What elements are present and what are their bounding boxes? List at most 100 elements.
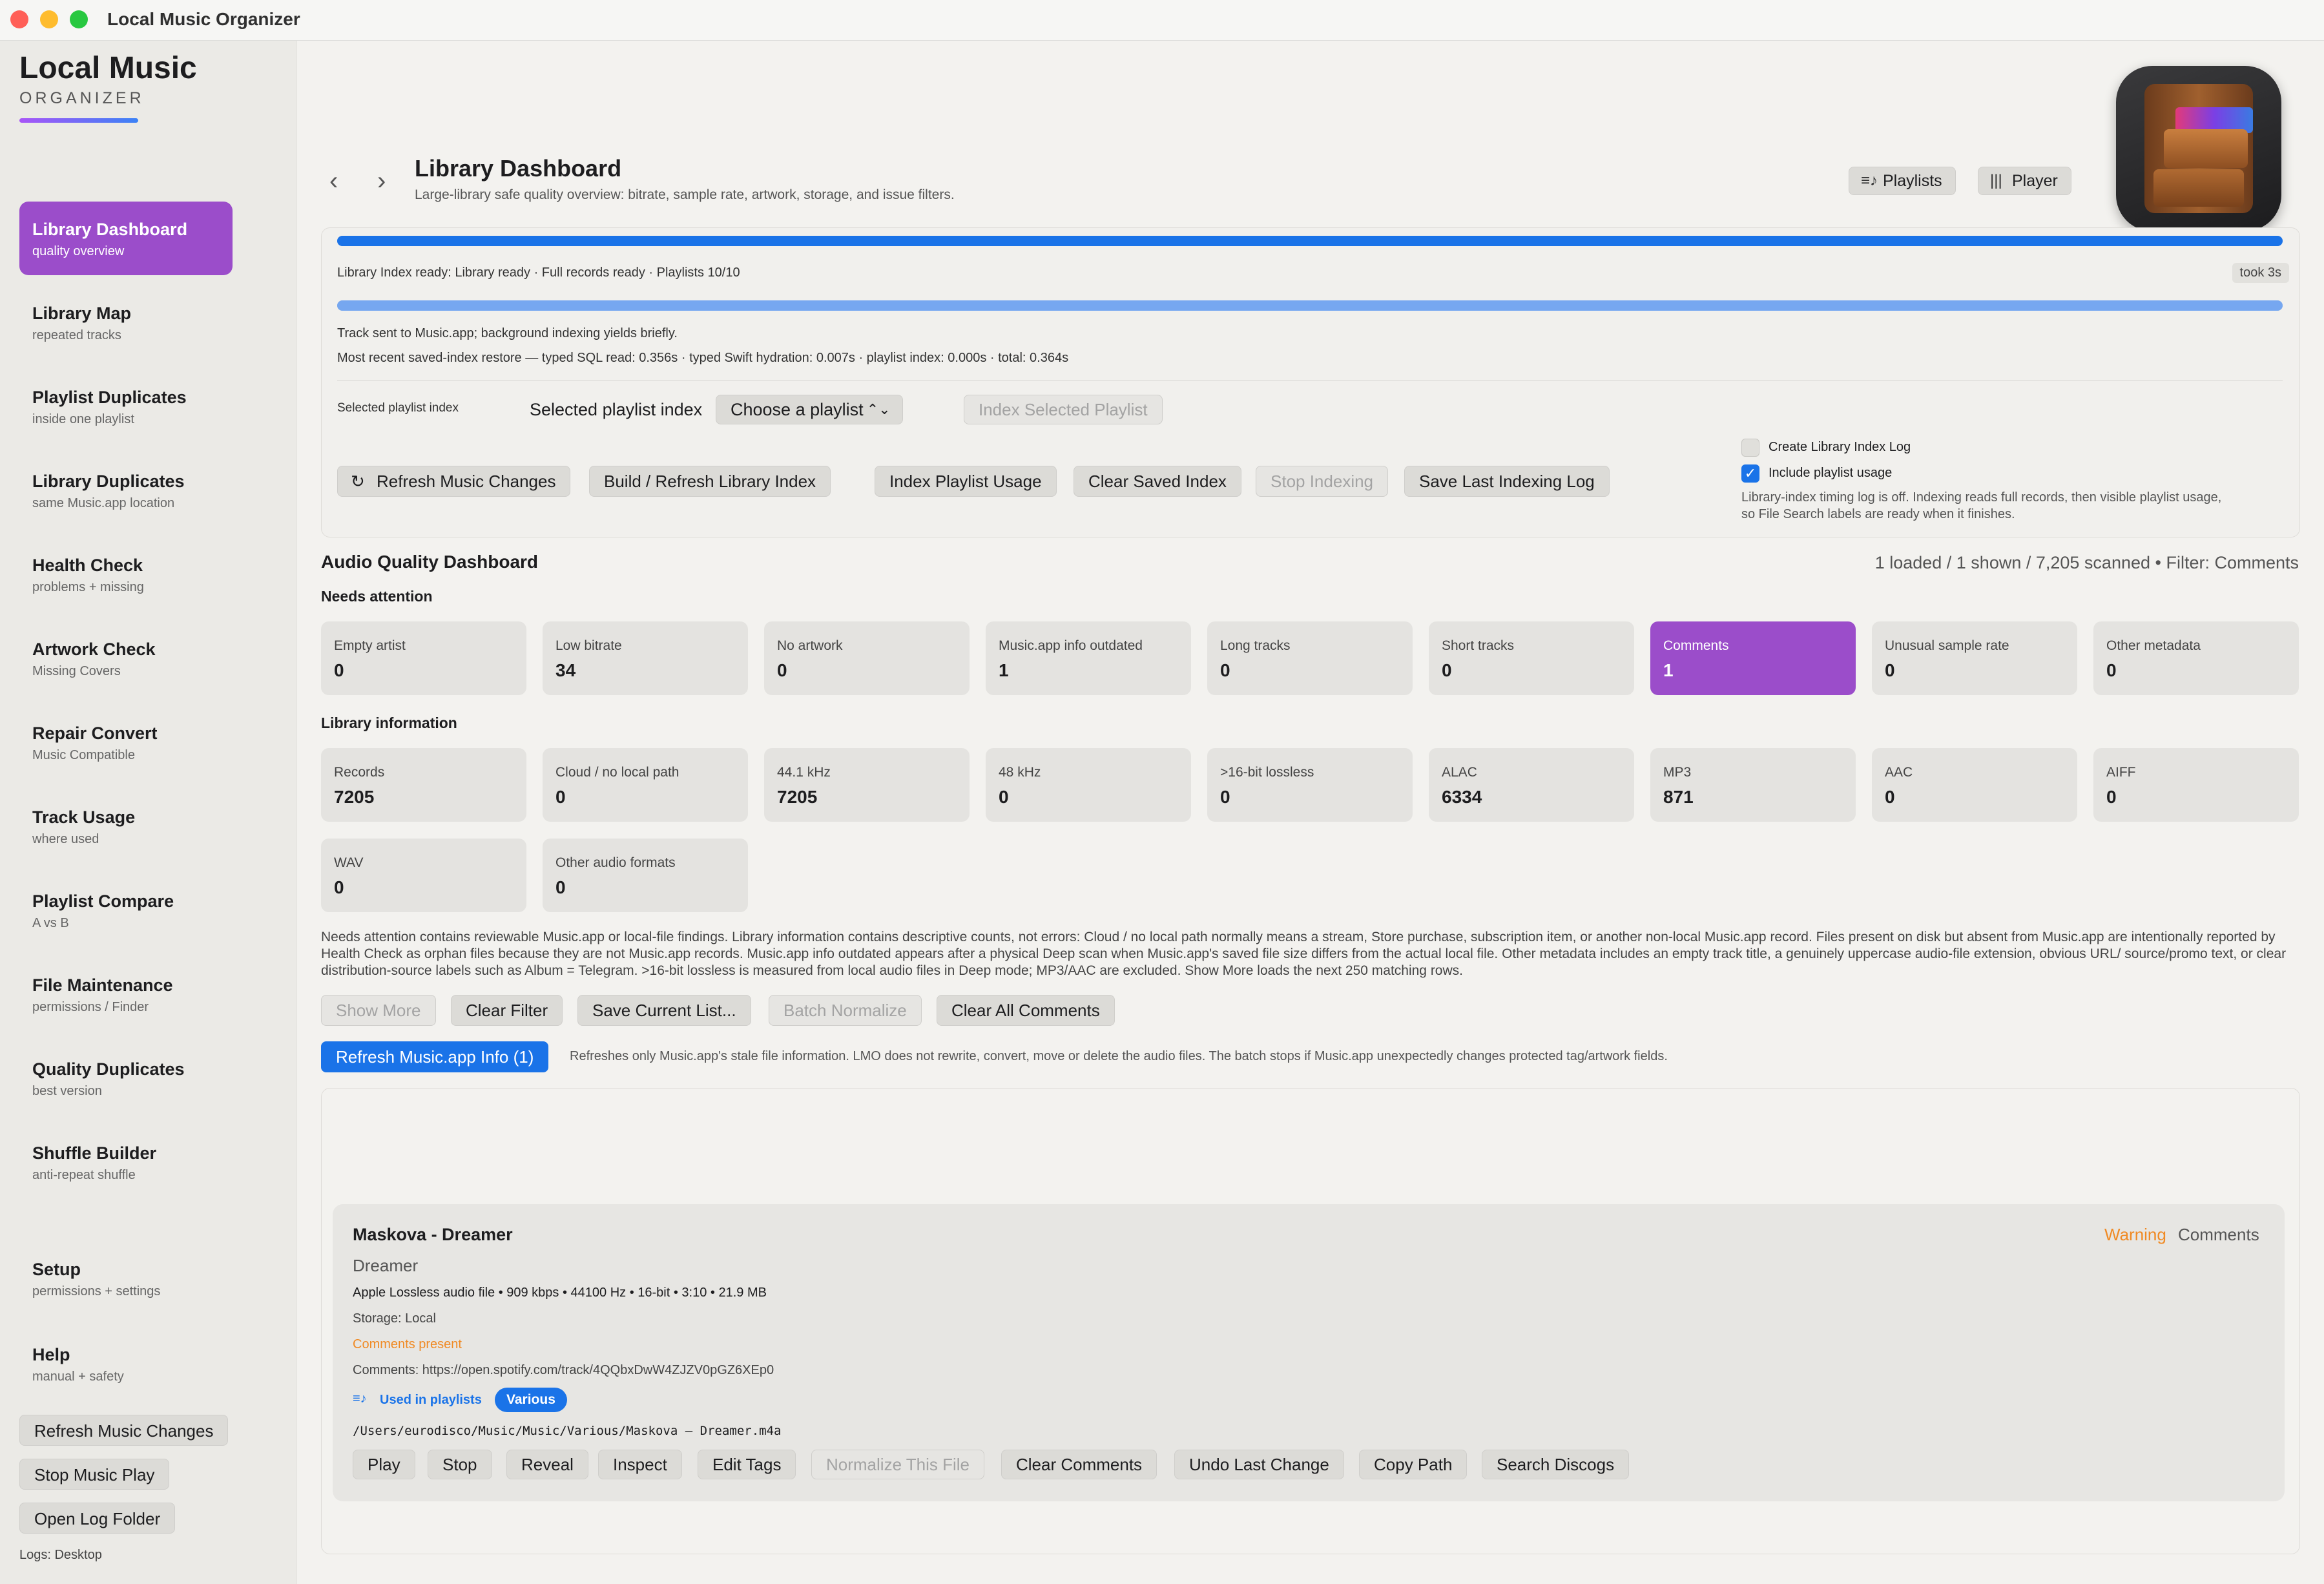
card-44khz[interactable]: 44.1 kHz 7205 [764, 748, 970, 822]
playlist-select[interactable]: Choose a playlist ⌃⌄ [716, 395, 903, 424]
card-label: Cloud / no local path [555, 765, 680, 780]
card-label: Unusual sample rate [1885, 638, 2009, 653]
library-index-panel: Library Index ready: Library ready · Ful… [321, 227, 2300, 537]
sidebar-stop-music-button[interactable]: Stop Music Play [19, 1459, 170, 1490]
include-playlist-usage-checkbox[interactable]: ✓ [1741, 464, 1759, 483]
card-empty-artist[interactable]: Empty artist 0 [321, 621, 526, 695]
sidebar-item-library-duplicates[interactable]: Library Duplicates same Music.app locati… [19, 453, 233, 527]
timing-log-note-1: Library-index timing log is off. Indexin… [1741, 490, 2222, 505]
close-window-button[interactable] [10, 10, 28, 28]
card-low-bitrate[interactable]: Low bitrate 34 [543, 621, 748, 695]
dashboard-title: Audio Quality Dashboard [321, 552, 539, 572]
copy-path-button[interactable]: Copy Path [1359, 1450, 1468, 1479]
playlists-button[interactable]: ≡♪ Playlists [1849, 167, 1956, 195]
brand-subtitle: ORGANIZER [19, 89, 145, 107]
track-storage: Storage: Local [353, 1311, 436, 1326]
player-button[interactable]: ||| Player [1978, 167, 2071, 195]
sidebar-item-playlist-compare[interactable]: Playlist Compare A vs B [19, 873, 233, 947]
reveal-button[interactable]: Reveal [506, 1450, 588, 1479]
track-format: Apple Lossless audio file • 909 kbps • 4… [353, 1286, 767, 1300]
sidebar-item-artwork-check[interactable]: Artwork Check Missing Covers [19, 621, 233, 695]
forward-arrow-icon[interactable]: › [377, 168, 386, 194]
card-music-app-info-outdated[interactable]: Music.app info outdated 1 [986, 621, 1191, 695]
title-bar: Local Music Organizer [0, 0, 2324, 41]
timing-log-note-2: so File Search labels are ready when it … [1741, 507, 2015, 521]
needs-attention-heading: Needs attention [321, 588, 433, 605]
show-more-button[interactable]: Show More [321, 995, 436, 1026]
save-current-list-button[interactable]: Save Current List... [577, 995, 751, 1026]
sidebar-item-track-usage[interactable]: Track Usage where used [19, 789, 233, 863]
sidebar-item-sublabel: problems + missing [32, 580, 144, 594]
card-value: 1 [1663, 660, 1674, 680]
card-48khz[interactable]: 48 kHz 0 [986, 748, 1191, 822]
clear-saved-index-button[interactable]: Clear Saved Index [1074, 466, 1241, 497]
card-value: 0 [1442, 660, 1452, 680]
edit-tags-button[interactable]: Edit Tags [698, 1450, 796, 1479]
refresh-music-changes-button[interactable]: ↻ Refresh Music Changes [337, 466, 571, 497]
card-hires-lossless[interactable]: >16-bit lossless 0 [1207, 748, 1413, 822]
card-records[interactable]: Records 7205 [321, 748, 526, 822]
sidebar-open-log-button[interactable]: Open Log Folder [19, 1503, 176, 1534]
card-mp3[interactable]: MP3 871 [1650, 748, 1856, 822]
sidebar-item-setup[interactable]: Setup permissions + settings [19, 1242, 233, 1315]
sidebar-item-sublabel: A vs B [32, 916, 69, 930]
save-indexing-log-button[interactable]: Save Last Indexing Log [1404, 466, 1610, 497]
card-comments[interactable]: Comments 1 [1650, 621, 1856, 695]
card-long-tracks[interactable]: Long tracks 0 [1207, 621, 1413, 695]
sidebar-item-sublabel: repeated tracks [32, 328, 121, 342]
back-arrow-icon[interactable]: ‹ [329, 168, 338, 194]
minimize-window-button[interactable] [40, 10, 58, 28]
card-wav[interactable]: WAV 0 [321, 839, 526, 912]
sidebar-item-playlist-duplicates[interactable]: Playlist Duplicates inside one playlist [19, 370, 233, 443]
sidebar-item-file-maintenance[interactable]: File Maintenance permissions / Finder [19, 957, 233, 1031]
sidebar-item-label: Library Dashboard [32, 220, 188, 239]
card-label: Other audio formats [555, 855, 676, 870]
sidebar-item-health-check[interactable]: Health Check problems + missing [19, 537, 233, 611]
card-cloud-no-local-path[interactable]: Cloud / no local path 0 [543, 748, 748, 822]
undo-last-change-button[interactable]: Undo Last Change [1174, 1450, 1344, 1479]
refresh-music-app-info-button[interactable]: Refresh Music.app Info (1) [321, 1041, 549, 1072]
inspect-button[interactable]: Inspect [598, 1450, 682, 1479]
playlist-index-small-label: Selected playlist index [337, 401, 459, 415]
index-playlist-usage-button[interactable]: Index Playlist Usage [875, 466, 1057, 497]
waveform-icon: ||| [1990, 172, 2002, 189]
build-library-index-button[interactable]: Build / Refresh Library Index [589, 466, 831, 497]
stop-button[interactable]: Stop [428, 1450, 492, 1479]
sidebar-item-sublabel: permissions + settings [32, 1284, 161, 1298]
clear-filter-button[interactable]: Clear Filter [451, 995, 563, 1026]
search-discogs-button[interactable]: Search Discogs [1482, 1450, 1630, 1479]
sidebar-item-quality-duplicates[interactable]: Quality Duplicates best version [19, 1041, 233, 1115]
sidebar-item-library-map[interactable]: Library Map repeated tracks [19, 286, 233, 359]
card-aac[interactable]: AAC 0 [1872, 748, 2077, 822]
sidebar-item-shuffle-builder[interactable]: Shuffle Builder anti-repeat shuffle [19, 1125, 233, 1199]
sidebar-item-label: Shuffle Builder [32, 1143, 157, 1163]
stop-indexing-button[interactable]: Stop Indexing [1256, 466, 1389, 497]
dashboard-summary: 1 loaded / 1 shown / 7,205 scanned • Fil… [1874, 553, 2299, 572]
clear-all-comments-button[interactable]: Clear All Comments [937, 995, 1115, 1026]
zoom-window-button[interactable] [70, 10, 88, 28]
normalize-file-button[interactable]: Normalize This File [811, 1450, 985, 1479]
card-alac[interactable]: ALAC 6334 [1429, 748, 1634, 822]
playlist-badge[interactable]: Various [495, 1388, 567, 1412]
card-value: 0 [1885, 660, 1895, 680]
restore-timing-line: Most recent saved-index restore — typed … [337, 351, 1069, 365]
card-unusual-sample-rate[interactable]: Unusual sample rate 0 [1872, 621, 2077, 695]
card-no-artwork[interactable]: No artwork 0 [764, 621, 970, 695]
sidebar-refresh-music-button[interactable]: Refresh Music Changes [19, 1415, 229, 1446]
play-button[interactable]: Play [353, 1450, 415, 1479]
index-selected-playlist-button[interactable]: Index Selected Playlist [964, 395, 1163, 424]
sidebar-item-label: Track Usage [32, 808, 136, 827]
sidebar-item-sublabel: quality overview [32, 244, 125, 258]
card-aiff[interactable]: AIFF 0 [2093, 748, 2299, 822]
card-other-audio-formats[interactable]: Other audio formats 0 [543, 839, 748, 912]
sidebar-item-library-dashboard[interactable]: Library Dashboard quality overview [19, 202, 233, 275]
clear-comments-button[interactable]: Clear Comments [1001, 1450, 1157, 1479]
batch-normalize-button[interactable]: Batch Normalize [769, 995, 922, 1026]
create-index-log-checkbox[interactable] [1741, 439, 1759, 457]
sidebar-item-repair-convert[interactable]: Repair Convert Music Compatible [19, 705, 233, 779]
sidebar-item-sublabel: permissions / Finder [32, 1000, 149, 1014]
track-path: /Users/eurodisco/Music/Music/Various/Mas… [353, 1424, 782, 1438]
card-other-metadata[interactable]: Other metadata 0 [2093, 621, 2299, 695]
card-short-tracks[interactable]: Short tracks 0 [1429, 621, 1634, 695]
sidebar-item-help[interactable]: Help manual + safety [19, 1327, 233, 1401]
